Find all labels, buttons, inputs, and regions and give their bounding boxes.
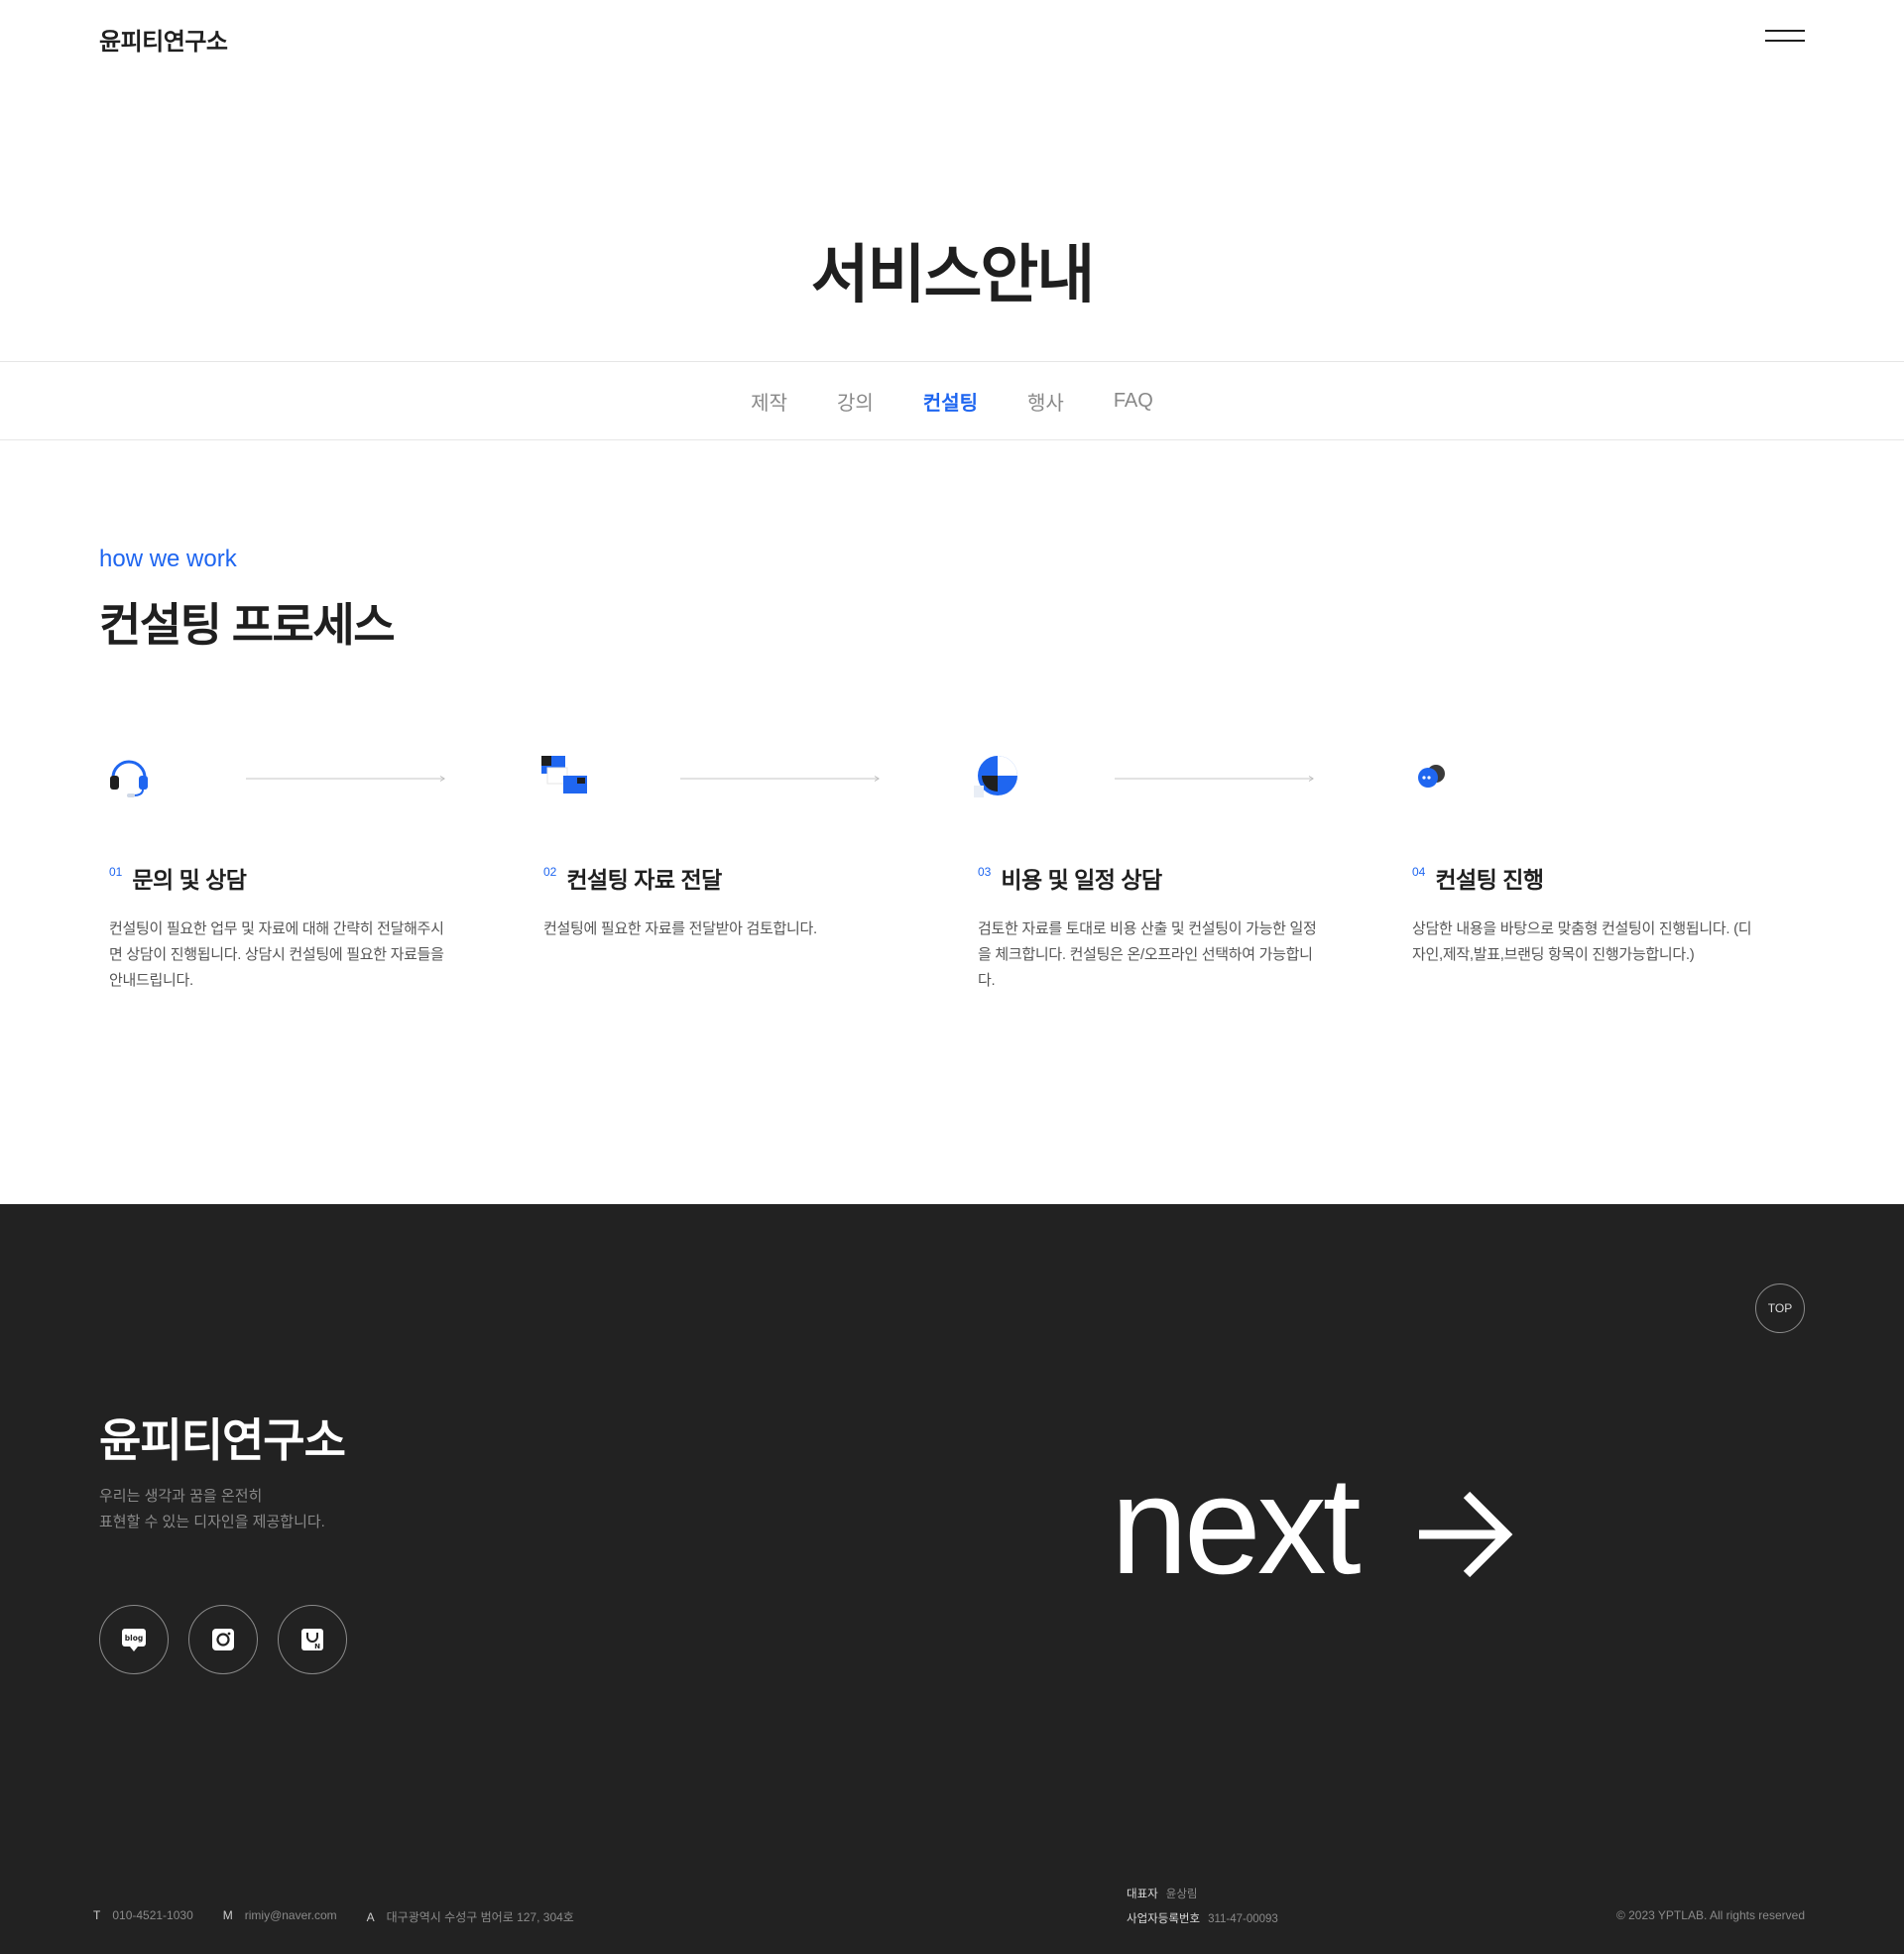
chat-bubbles-icon xyxy=(1418,765,1445,788)
site-logo[interactable]: 윤피티연구소 xyxy=(99,22,228,57)
step-name: 컨설팅 진행 xyxy=(1435,867,1544,893)
registration-row: 사업자등록번호 311-47-00093 xyxy=(1127,1907,1278,1932)
copyright: © 2023 YPTLAB. All rights reserved xyxy=(1615,1908,1805,1922)
instagram-icon xyxy=(212,1629,234,1650)
registration-label: 사업자등록번호 xyxy=(1127,1913,1201,1925)
service-tabs: 제작 강의 컨설팅 행사 FAQ xyxy=(0,361,1904,440)
naver-store-link[interactable]: N xyxy=(278,1605,347,1674)
step-title: 01 문의 및 상담 xyxy=(109,861,247,895)
ceo-row: 대표자 윤상림 xyxy=(1127,1883,1278,1907)
phone-value: 010-4521-1030 xyxy=(112,1908,193,1922)
section-title: 컨설팅 프로세스 xyxy=(99,599,396,651)
footer-logo: 윤피티연구소 xyxy=(99,1414,346,1466)
registration-value: 311-47-00093 xyxy=(1208,1913,1278,1925)
contact-label: T xyxy=(93,1908,101,1922)
hamburger-menu-icon[interactable] xyxy=(1765,30,1805,44)
step-name: 비용 및 일정 상담 xyxy=(1001,867,1162,893)
next-page-link[interactable]: next xyxy=(1111,1456,1514,1595)
process-step: 01 문의 및 상담 컨설팅이 필요한 업무 및 자료에 대해 간략히 전달해주… xyxy=(99,752,496,1010)
contact-address: A 대구광역시 수성구 범어로 127, 304호 xyxy=(367,1908,574,1925)
step-title: 03 비용 및 일정 상담 xyxy=(978,861,1162,895)
step-description: 컨설팅에 필요한 자료를 전달받아 검토합니다. xyxy=(543,920,817,937)
footer-contact: T 010-4521-1030 Mrimiy@naver.com A 대구광역시 수… xyxy=(93,1908,574,1925)
svg-text:blog: blog xyxy=(125,1634,143,1643)
ceo-label: 대표자 xyxy=(1127,1889,1158,1900)
step-number: 01 xyxy=(109,865,123,879)
process-step: 04 컨설팅 진행 상담한 내용을 바탕으로 맞춤형 컨설팅이 진행됩니다. (… xyxy=(1402,752,1799,1010)
step-description: 컨설팅이 필요한 업무 및 자료에 대해 간략히 전달해주시면 상담이 진행됩니… xyxy=(109,920,444,989)
contact-email: Mrimiy@naver.com xyxy=(223,1908,337,1925)
address-value: 대구광역시 수성구 범어로 127, 304호 xyxy=(386,1910,574,1924)
tab-production[interactable]: 제작 xyxy=(726,387,812,416)
arrow-line-icon xyxy=(246,776,445,782)
step-description: 검토한 자료를 토대로 비용 산출 및 컨설팅이 가능한 일정을 체크합니다. … xyxy=(978,920,1317,989)
process-step: 03 비용 및 일정 상담 검토한 자료를 토대로 비용 산출 및 컨설팅이 가… xyxy=(968,752,1365,1010)
contact-label: M xyxy=(222,1908,233,1922)
arrow-line-icon xyxy=(1115,776,1314,782)
process-steps: 01 문의 및 상담 컨설팅이 필요한 업무 및 자료에 대해 간략히 전달해주… xyxy=(99,752,1805,1010)
ceo-value: 윤상림 xyxy=(1165,1889,1198,1900)
step-name: 컨설팅 자료 전달 xyxy=(566,867,722,893)
step-title: 02 컨설팅 자료 전달 xyxy=(543,861,722,895)
step-number: 03 xyxy=(978,865,992,879)
naver-store-icon: N xyxy=(301,1629,323,1650)
email-value: rimiy@naver.com xyxy=(244,1908,337,1922)
instagram-link[interactable] xyxy=(188,1605,258,1674)
site-header: 윤피티연구소 xyxy=(0,0,1904,75)
blog-icon: blog xyxy=(122,1629,146,1651)
pie-chart-icon xyxy=(974,756,1017,797)
business-info: 대표자 윤상림 사업자등록번호 311-47-00093 xyxy=(1127,1883,1278,1932)
blog-link[interactable]: blog xyxy=(99,1605,169,1674)
step-title: 04 컨설팅 진행 xyxy=(1412,861,1544,895)
svg-text:N: N xyxy=(314,1643,320,1650)
scroll-top-button[interactable]: TOP xyxy=(1755,1283,1805,1333)
step-description: 상담한 내용을 바탕으로 맞춤형 컨설팅이 진행됩니다. (디자인,제작,발표,… xyxy=(1412,920,1752,963)
section-eyebrow: how we work xyxy=(99,546,237,572)
tab-event[interactable]: 행사 xyxy=(1003,387,1089,416)
headset-icon xyxy=(110,760,148,797)
arrow-line-icon xyxy=(680,776,880,782)
contact-phone: T 010-4521-1030 xyxy=(93,1908,193,1925)
site-footer: TOP 윤피티연구소 우리는 생각과 꿈을 온전히 표현할 수 있는 디자인을 … xyxy=(0,1204,1904,1954)
next-label: next xyxy=(1111,1447,1362,1603)
arrow-right-icon xyxy=(1418,1491,1512,1578)
step-name: 문의 및 상담 xyxy=(132,867,247,893)
tab-lecture[interactable]: 강의 xyxy=(812,387,898,416)
tab-consulting[interactable]: 컨설팅 xyxy=(898,387,1003,416)
files-transfer-icon xyxy=(541,756,587,794)
footer-tagline: 우리는 생각과 꿈을 온전히 표현할 수 있는 디자인을 제공합니다. xyxy=(99,1484,496,1535)
tagline-line: 표현할 수 있는 디자인을 제공합니다. xyxy=(99,1514,325,1530)
tagline-line: 우리는 생각과 꿈을 온전히 xyxy=(99,1488,263,1505)
social-links: blog N xyxy=(99,1605,347,1674)
step-number: 04 xyxy=(1412,865,1426,879)
step-number: 02 xyxy=(543,865,557,879)
contact-label: A xyxy=(366,1910,375,1924)
page-title: 서비스안내 xyxy=(810,239,1095,310)
tab-faq[interactable]: FAQ xyxy=(1089,390,1178,413)
process-step: 02 컨설팅 자료 전달 컨설팅에 필요한 자료를 전달받아 검토합니다. xyxy=(534,752,930,1010)
